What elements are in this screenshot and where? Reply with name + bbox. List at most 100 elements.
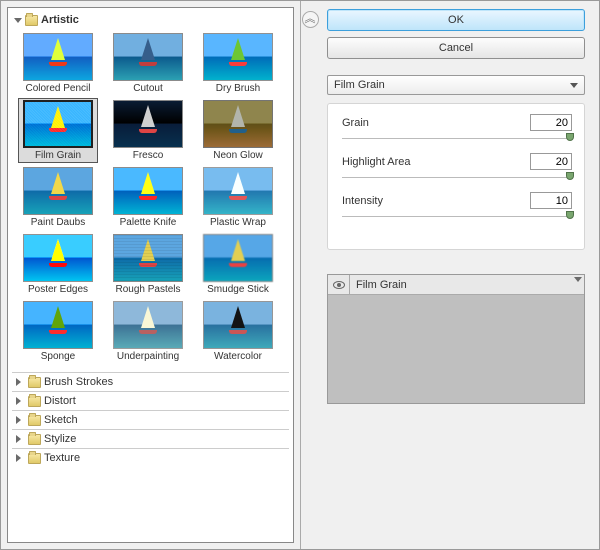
thumbnail-label: Rough Pastels bbox=[115, 284, 180, 295]
collapse-toggle-button[interactable]: ︽ bbox=[302, 11, 319, 28]
filter-thumb-neon-glow[interactable]: Neon Glow bbox=[198, 98, 278, 163]
filter-thumb-sponge[interactable]: Sponge bbox=[18, 299, 98, 364]
filter-thumb-cutout[interactable]: Cutout bbox=[108, 31, 188, 96]
filter-thumb-poster-edges[interactable]: Poster Edges bbox=[18, 232, 98, 297]
filter-thumbnails: Colored Pencil Cutout Dry Brush Film Grain F… bbox=[12, 29, 289, 372]
thumbnail-image bbox=[203, 167, 273, 215]
category-label: Artistic bbox=[41, 14, 79, 26]
slider-thumb-icon[interactable] bbox=[566, 211, 574, 219]
folder-icon bbox=[25, 15, 38, 26]
thumbnail-label: Film Grain bbox=[35, 150, 81, 161]
category-row-texture[interactable]: Texture bbox=[12, 448, 289, 467]
filter-thumb-paint-daubs[interactable]: Paint Daubs bbox=[18, 165, 98, 230]
param-slider[interactable] bbox=[342, 134, 572, 139]
thumbnail-label: Dry Brush bbox=[216, 83, 260, 94]
cancel-button[interactable]: Cancel bbox=[327, 37, 585, 59]
filter-select[interactable]: Film Grain bbox=[327, 75, 585, 95]
filter-settings-panel: OK Cancel Film Grain GrainHighlight Area… bbox=[319, 1, 599, 549]
disclosure-down-icon bbox=[14, 18, 22, 23]
thumbnail-image bbox=[113, 234, 183, 282]
disclosure-right-icon bbox=[16, 416, 25, 424]
folder-icon bbox=[28, 396, 41, 407]
chevron-up-icon: ︽ bbox=[305, 14, 316, 25]
filter-thumb-dry-brush[interactable]: Dry Brush bbox=[198, 31, 278, 96]
filter-thumb-underpainting[interactable]: Underpainting bbox=[108, 299, 188, 364]
thumbnail-label: Underpainting bbox=[117, 351, 179, 362]
thumbnail-image bbox=[203, 301, 273, 349]
category-row-sketch[interactable]: Sketch bbox=[12, 410, 289, 429]
visibility-toggle[interactable] bbox=[328, 275, 350, 294]
category-label: Texture bbox=[44, 452, 80, 464]
filter-thumb-fresco[interactable]: Fresco bbox=[108, 98, 188, 163]
category-label: Brush Strokes bbox=[44, 376, 113, 388]
param-slider[interactable] bbox=[342, 212, 572, 217]
folder-icon bbox=[28, 415, 41, 426]
thumbnail-image bbox=[113, 33, 183, 81]
disclosure-right-icon bbox=[16, 397, 25, 405]
layer-name: Film Grain bbox=[350, 279, 407, 291]
thumbnail-label: Cutout bbox=[133, 83, 162, 94]
category-label: Sketch bbox=[44, 414, 78, 426]
panel-divider: ︽ bbox=[301, 1, 319, 549]
thumbnail-image bbox=[203, 234, 273, 282]
filter-layers-panel: Film Grain bbox=[327, 274, 585, 404]
eye-icon bbox=[333, 281, 345, 289]
param-slider[interactable] bbox=[342, 173, 572, 178]
ok-label: OK bbox=[448, 14, 464, 26]
thumbnail-image bbox=[203, 100, 273, 148]
param-grain: Grain bbox=[342, 114, 572, 139]
filter-thumb-smudge-stick[interactable]: Smudge Stick bbox=[198, 232, 278, 297]
ok-button[interactable]: OK bbox=[327, 9, 585, 31]
param-intensity: Intensity bbox=[342, 192, 572, 217]
thumbnail-label: Watercolor bbox=[214, 351, 262, 362]
category-row-stylize[interactable]: Stylize bbox=[12, 429, 289, 448]
slider-thumb-icon[interactable] bbox=[566, 133, 574, 141]
param-label: Grain bbox=[342, 117, 369, 129]
slider-thumb-icon[interactable] bbox=[566, 172, 574, 180]
filter-thumb-watercolor[interactable]: Watercolor bbox=[198, 299, 278, 364]
category-row-brush-strokes[interactable]: Brush Strokes bbox=[12, 372, 289, 391]
param-input[interactable] bbox=[530, 192, 572, 209]
panel-menu-icon[interactable] bbox=[574, 277, 582, 282]
thumbnail-label: Fresco bbox=[133, 150, 164, 161]
thumbnail-image bbox=[113, 301, 183, 349]
filter-select-value: Film Grain bbox=[334, 79, 385, 91]
thumbnail-label: Sponge bbox=[41, 351, 75, 362]
param-input[interactable] bbox=[530, 114, 572, 131]
filter-layer-row[interactable]: Film Grain bbox=[328, 275, 584, 295]
folder-icon bbox=[28, 453, 41, 464]
filter-list-panel: Artistic Colored Pencil Cutout Dry Brush Fi… bbox=[1, 1, 301, 549]
thumbnail-image bbox=[113, 100, 183, 148]
param-input[interactable] bbox=[530, 153, 572, 170]
thumbnail-label: Palette Knife bbox=[120, 217, 177, 228]
filter-thumb-plastic-wrap[interactable]: Plastic Wrap bbox=[198, 165, 278, 230]
thumbnail-image bbox=[23, 167, 93, 215]
thumbnail-image bbox=[23, 234, 93, 282]
cancel-label: Cancel bbox=[439, 42, 473, 54]
thumbnail-label: Colored Pencil bbox=[25, 83, 90, 94]
disclosure-right-icon bbox=[16, 454, 25, 462]
disclosure-right-icon bbox=[16, 435, 25, 443]
category-header-artistic[interactable]: Artistic bbox=[12, 12, 289, 29]
thumbnail-image bbox=[203, 33, 273, 81]
filter-thumb-film-grain[interactable]: Film Grain bbox=[18, 98, 98, 163]
category-label: Stylize bbox=[44, 433, 76, 445]
thumbnail-label: Smudge Stick bbox=[207, 284, 269, 295]
thumbnail-image bbox=[113, 167, 183, 215]
dropdown-arrow-icon bbox=[570, 83, 578, 88]
filter-gallery[interactable]: Artistic Colored Pencil Cutout Dry Brush Fi… bbox=[7, 7, 294, 543]
folder-icon bbox=[28, 377, 41, 388]
filter-thumb-rough-pastels[interactable]: Rough Pastels bbox=[108, 232, 188, 297]
thumbnail-image bbox=[23, 33, 93, 81]
filter-thumb-colored-pencil[interactable]: Colored Pencil bbox=[18, 31, 98, 96]
param-label: Intensity bbox=[342, 195, 383, 207]
category-row-distort[interactable]: Distort bbox=[12, 391, 289, 410]
disclosure-right-icon bbox=[16, 378, 25, 386]
folder-icon bbox=[28, 434, 41, 445]
thumbnail-label: Neon Glow bbox=[213, 150, 262, 161]
parameters-box: GrainHighlight AreaIntensity bbox=[327, 103, 585, 250]
thumbnail-image bbox=[23, 100, 93, 148]
filter-thumb-palette-knife[interactable]: Palette Knife bbox=[108, 165, 188, 230]
thumbnail-label: Poster Edges bbox=[28, 284, 88, 295]
category-label: Distort bbox=[44, 395, 76, 407]
